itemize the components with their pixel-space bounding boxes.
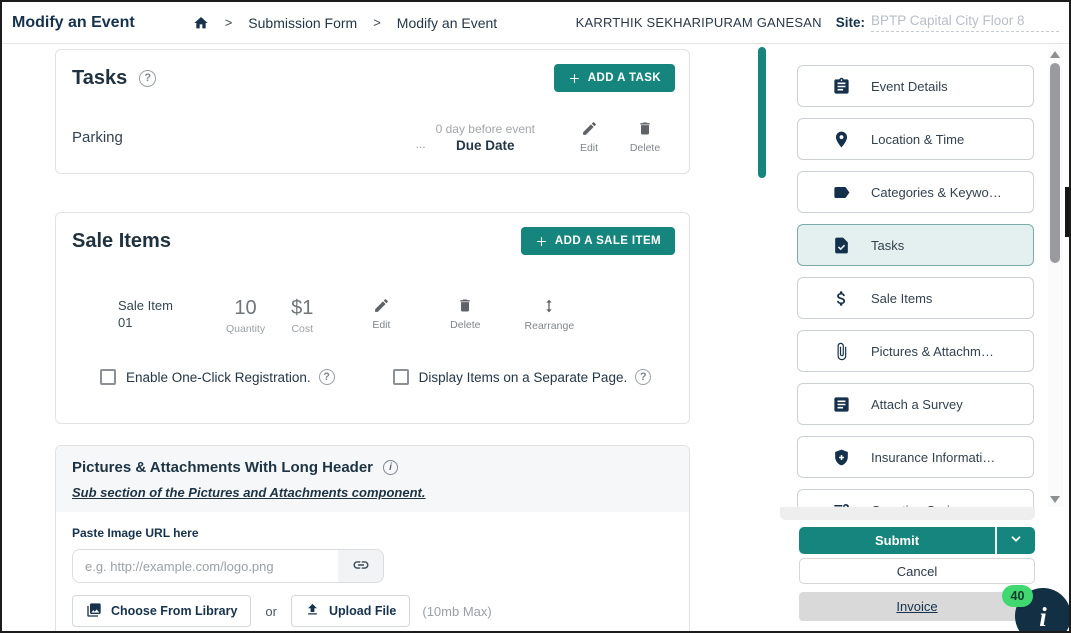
pictures-info-icon[interactable]: i — [383, 460, 398, 475]
clipboard-icon — [831, 77, 851, 96]
notification-badge: 40 — [1002, 585, 1033, 607]
pencil-icon — [581, 120, 598, 137]
sidebar-item-sale-items[interactable]: Sale Items — [797, 277, 1034, 319]
task-due-block: 0 day before event Due Date — [436, 122, 535, 153]
pencil-icon — [373, 297, 390, 314]
survey-doc-icon — [831, 395, 851, 414]
task-due-label: Due Date — [456, 138, 515, 153]
image-url-label: Paste Image URL here — [72, 526, 673, 540]
tasks-card: Tasks ? ADD A TASK Parking ... 0 day bef… — [55, 49, 690, 174]
separate-page-checkbox[interactable] — [393, 369, 409, 385]
sidebar-footer-strip — [780, 507, 1035, 520]
tasks-title: Tasks — [72, 67, 127, 90]
sidebar-scrollbar-thumb[interactable] — [758, 47, 766, 178]
or-text: or — [265, 604, 277, 619]
link-icon — [352, 556, 370, 577]
one-click-registration-checkbox[interactable] — [100, 369, 116, 385]
task-check-icon — [831, 236, 851, 255]
breadcrumb-separator: > — [225, 15, 233, 30]
top-bar: Modify an Event > Submission Form > Modi… — [2, 2, 1069, 44]
scroll-down-arrow[interactable] — [1050, 496, 1060, 503]
task-due-value: 0 day before event — [436, 122, 535, 136]
pictures-card: Pictures & Attachments With Long Header … — [55, 445, 690, 633]
submit-dropdown-toggle[interactable] — [997, 527, 1035, 554]
trash-icon — [457, 297, 473, 314]
window-scrollbar[interactable] — [1048, 45, 1063, 507]
library-icon — [86, 602, 102, 621]
task-edit-button[interactable]: Edit — [561, 120, 617, 154]
scroll-up-arrow[interactable] — [1050, 51, 1060, 58]
submit-button[interactable]: Submit — [799, 527, 995, 554]
cancel-button[interactable]: Cancel — [799, 558, 1035, 584]
image-url-input[interactable] — [73, 550, 338, 582]
trash-icon — [637, 120, 653, 137]
sale-item-name: Sale Item 01 — [118, 297, 226, 331]
task-delete-button[interactable]: Delete — [617, 120, 673, 154]
sale-item-edit-button[interactable]: Edit — [339, 297, 423, 332]
upload-icon — [305, 602, 320, 620]
pictures-subtitle: Sub section of the Pictures and Attachme… — [72, 485, 673, 500]
dollar-icon — [831, 289, 851, 308]
sidebar-item-location-time[interactable]: Location & Time — [797, 118, 1034, 160]
add-task-button[interactable]: ADD A TASK — [554, 64, 675, 92]
tasks-help-icon[interactable]: ? — [139, 70, 156, 87]
sidebar-item-insurance-information[interactable]: Insurance Informati… — [797, 436, 1034, 478]
section-navigator: Event Details Location & Time Categories… — [797, 65, 1034, 507]
invoice-button[interactable]: Invoice — [799, 592, 1035, 621]
separate-page-help-icon[interactable]: ? — [635, 369, 651, 385]
sale-item-delete-button[interactable]: Delete — [423, 297, 507, 332]
one-click-registration-option: Enable One-Click Registration. ? — [100, 369, 335, 385]
breadcrumb-item-submission-form[interactable]: Submission Form — [248, 15, 357, 31]
sidebar-item-categories-keywords[interactable]: Categories & Keywo… — [797, 171, 1034, 213]
sidebar-item-partial[interactable]: Question Seri… — [797, 489, 1034, 507]
plus-icon — [535, 235, 548, 248]
breadcrumb-item-modify-event[interactable]: Modify an Event — [397, 15, 497, 31]
max-size-text: (10mb Max) — [422, 604, 491, 619]
sale-item-quantity: 10 Quantity — [226, 297, 265, 335]
app-window: Modify an Event > Submission Form > Modi… — [0, 0, 1071, 633]
submit-split-button[interactable]: Submit — [799, 527, 1035, 554]
site-selector[interactable]: BPTP Capital City Floor 8 — [871, 13, 1059, 32]
home-icon[interactable] — [193, 15, 209, 31]
breadcrumb-separator: > — [373, 15, 381, 30]
add-sale-item-button[interactable]: ADD A SALE ITEM — [521, 227, 675, 255]
window-scrollbar-thumb[interactable] — [1050, 63, 1060, 263]
vertical-arrows-icon — [541, 297, 557, 315]
site-label: Site: — [836, 15, 865, 30]
sidebar-item-pictures-attachments[interactable]: Pictures & Attachm… — [797, 330, 1034, 372]
shield-plus-icon — [831, 448, 851, 467]
upload-file-button[interactable]: Upload File — [291, 595, 410, 627]
plus-icon — [568, 72, 581, 85]
task-ellipsis: ... — [416, 137, 426, 151]
sale-item-row: Sale Item 01 10 Quantity $1 Cost Edit De… — [56, 255, 689, 335]
chevron-down-icon — [1009, 532, 1023, 549]
paperclip-icon — [831, 342, 851, 361]
sidebar-item-event-details[interactable]: Event Details — [797, 65, 1034, 107]
location-pin-icon — [831, 130, 851, 149]
info-icon: i — [1039, 604, 1047, 631]
pictures-card-header: Pictures & Attachments With Long Header … — [56, 446, 689, 512]
sale-items-title: Sale Items — [72, 230, 171, 253]
sale-item-rearrange-handle[interactable]: Rearrange — [507, 297, 591, 332]
task-row: Parking ... 0 day before event Due Date … — [56, 92, 689, 154]
sidebar-item-attach-survey[interactable]: Attach a Survey — [797, 383, 1034, 425]
task-name: Parking — [72, 129, 123, 146]
sale-items-card: Sale Items ADD A SALE ITEM Sale Item 01 … — [55, 212, 690, 424]
separate-page-option: Display Items on a Separate Page. ? — [393, 369, 652, 385]
page-title: Modify an Event — [12, 14, 135, 32]
choose-from-library-button[interactable]: Choose From Library — [72, 595, 251, 627]
tag-icon — [831, 183, 851, 202]
window-edge-notch — [1065, 187, 1069, 237]
sale-item-cost: $1 Cost — [291, 297, 313, 335]
user-name: KARRTHIK SEKHARIPURAM GANESAN — [576, 15, 822, 30]
breadcrumb: > Submission Form > Modify an Event — [193, 15, 498, 31]
link-icon-button[interactable] — [338, 550, 383, 582]
sidebar-item-tasks[interactable]: Tasks — [797, 224, 1034, 266]
pictures-title: Pictures & Attachments With Long Header — [72, 459, 373, 476]
one-click-help-icon[interactable]: ? — [319, 369, 335, 385]
